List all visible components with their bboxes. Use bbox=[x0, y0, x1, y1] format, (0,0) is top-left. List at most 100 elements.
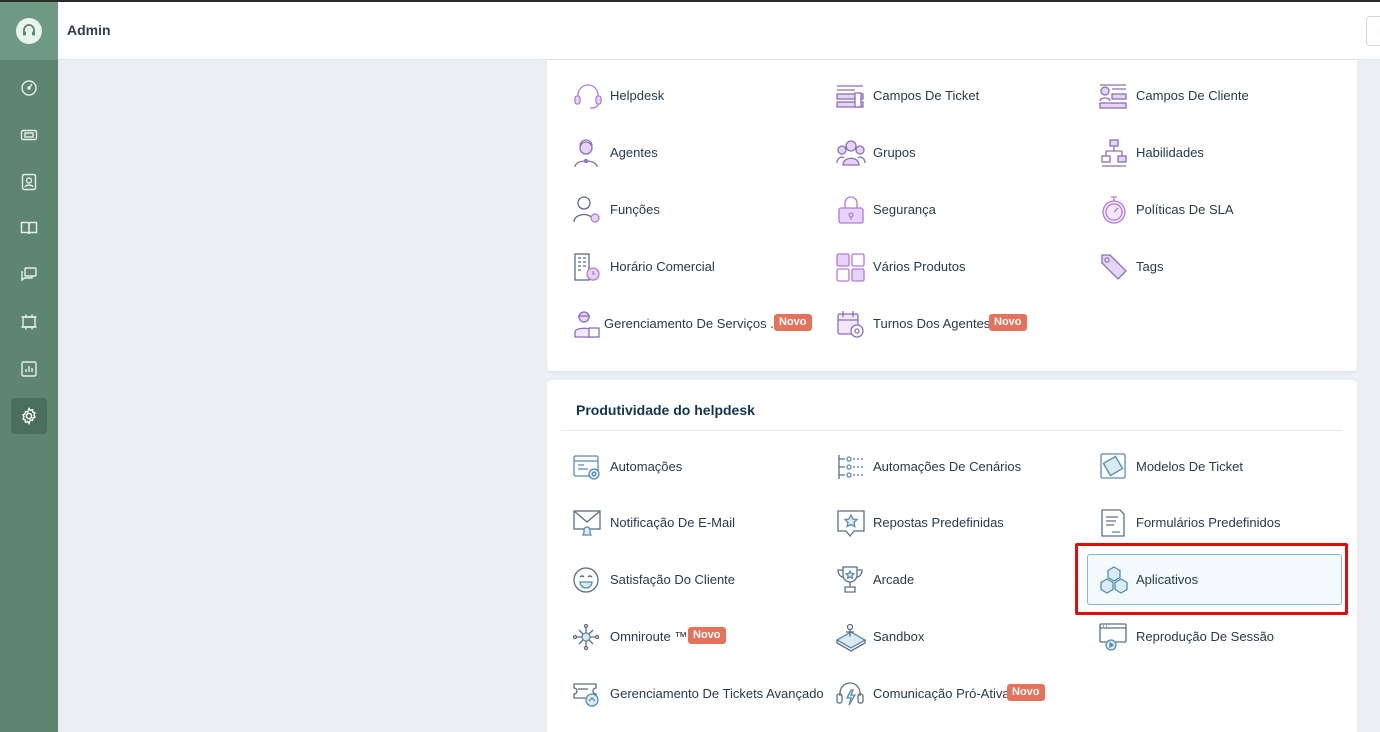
trophy-icon bbox=[837, 566, 863, 593]
settings-item-customer-satisfaction[interactable]: Satisfação Do Cliente bbox=[572, 560, 822, 600]
shifts-icon bbox=[837, 311, 864, 338]
tags-icon bbox=[1101, 254, 1127, 280]
settings-item-advanced-ticketing[interactable]: Gerenciamento De Tickets Avançado bbox=[572, 674, 832, 714]
item-label: Tags bbox=[1136, 259, 1164, 274]
item-label: Funções bbox=[610, 202, 660, 217]
settings-item-security[interactable]: Segurança bbox=[835, 190, 1085, 230]
settings-item-helpdesk[interactable]: Helpdesk bbox=[572, 76, 822, 116]
settings-item-tags[interactable]: Tags bbox=[1098, 247, 1348, 287]
settings-item-automations[interactable]: Automações bbox=[572, 447, 822, 487]
stopwatch-icon bbox=[1102, 196, 1126, 224]
settings-item-email-notification[interactable]: Notificação De E-Mail bbox=[572, 503, 822, 543]
new-badge: Novo bbox=[1007, 684, 1045, 701]
settings-item-arcade[interactable]: Arcade bbox=[835, 560, 1085, 600]
settings-item-multiple-products[interactable]: Vários Produtos bbox=[835, 247, 1085, 287]
contacts-icon[interactable] bbox=[11, 164, 47, 200]
tickets-icon[interactable] bbox=[11, 117, 47, 153]
left-nav-sidebar bbox=[0, 2, 58, 732]
header-action-button[interactable]: F bbox=[1366, 16, 1380, 46]
dashboard-icon[interactable] bbox=[11, 70, 47, 106]
item-label: Políticas De SLA bbox=[1136, 202, 1234, 217]
item-label: Reprodução De Sessão bbox=[1136, 629, 1275, 644]
settings-item-sandbox[interactable]: Sandbox bbox=[835, 617, 1085, 657]
item-label: Turnos Dos Agentes bbox=[873, 316, 991, 331]
settings-item-session-replay[interactable]: Reprodução De Sessão bbox=[1098, 617, 1348, 657]
settings-item-ticket-templates[interactable]: Modelos De Ticket bbox=[1098, 447, 1348, 487]
item-label: Grupos bbox=[873, 145, 916, 160]
canned-forms-icon bbox=[1101, 509, 1125, 537]
logo-container[interactable] bbox=[0, 2, 58, 60]
assets-icon[interactable] bbox=[11, 304, 47, 340]
item-label: Notificação De E-Mail bbox=[610, 515, 735, 530]
headset-logo-icon bbox=[16, 18, 42, 44]
item-label: Campos De Ticket bbox=[873, 88, 980, 103]
canned-responses-icon bbox=[837, 510, 865, 538]
lock-icon bbox=[838, 196, 864, 224]
headset-icon bbox=[574, 84, 602, 109]
ticket-templates-icon bbox=[1100, 453, 1126, 479]
settings-item-sla-policies[interactable]: Políticas De SLA bbox=[1098, 190, 1348, 230]
item-label: Sandbox bbox=[873, 629, 925, 644]
item-label: Campos De Cliente bbox=[1136, 88, 1249, 103]
new-badge: Novo bbox=[989, 314, 1027, 331]
item-label: Automações bbox=[610, 459, 683, 474]
field-service-icon bbox=[574, 311, 600, 338]
business-hours-icon bbox=[574, 253, 600, 281]
item-label: Omniroute ™ bbox=[610, 629, 688, 644]
new-badge: Novo bbox=[774, 314, 812, 331]
item-label: Habilidades bbox=[1136, 145, 1204, 160]
settings-item-skills[interactable]: Habilidades bbox=[1098, 133, 1348, 173]
top-header: Admin F bbox=[58, 2, 1380, 60]
groups-icon bbox=[836, 140, 866, 166]
item-label: Satisfação Do Cliente bbox=[610, 572, 736, 587]
reports-icon[interactable] bbox=[11, 351, 47, 387]
customer-fields-icon bbox=[1099, 84, 1127, 109]
omniroute-icon bbox=[572, 623, 600, 651]
item-label: Horário Comercial bbox=[610, 259, 715, 274]
settings-item-ticket-fields[interactable]: Campos De Ticket bbox=[835, 76, 1085, 116]
item-label: Helpdesk bbox=[610, 88, 665, 103]
item-label: Agentes bbox=[610, 145, 658, 160]
session-replay-icon bbox=[1099, 623, 1127, 651]
smiley-icon bbox=[573, 567, 599, 593]
advanced-ticketing-icon bbox=[573, 683, 599, 707]
settings-item-agent-shifts[interactable]: Turnos Dos Agentes Novo bbox=[835, 304, 1085, 344]
settings-item-groups[interactable]: Grupos bbox=[835, 133, 1085, 173]
settings-item-omniroute[interactable]: Omniroute ™ Novo bbox=[572, 617, 822, 657]
settings-item-agents[interactable]: Agentes bbox=[572, 133, 822, 173]
settings-item-proactive-outreach[interactable]: Comunicação Pró-Ativa Novo bbox=[835, 674, 1085, 714]
roles-icon bbox=[573, 196, 600, 223]
settings-item-scenario-automations[interactable]: Automações De Cenários bbox=[835, 447, 1085, 487]
settings-item-field-service[interactable]: Gerenciamento De Serviços ... Novo bbox=[572, 304, 822, 344]
settings-item-roles[interactable]: Funções bbox=[572, 190, 822, 230]
section-title: Produtividade do helpdesk bbox=[576, 402, 755, 418]
solutions-book-icon[interactable] bbox=[11, 210, 47, 246]
settings-item-customer-fields[interactable]: Campos De Cliente bbox=[1098, 76, 1348, 116]
item-label: Comunicação Pró-Ativa bbox=[873, 686, 1010, 701]
settings-item-business-hours[interactable]: Horário Comercial bbox=[572, 247, 822, 287]
products-icon bbox=[836, 253, 865, 282]
item-label: Gerenciamento De Serviços ... bbox=[604, 316, 782, 331]
forums-chat-icon[interactable] bbox=[11, 257, 47, 293]
automations-icon bbox=[573, 455, 600, 480]
admin-gear-icon[interactable] bbox=[11, 398, 47, 434]
skills-icon bbox=[1101, 139, 1127, 167]
settings-item-canned-forms[interactable]: Formulários Predefinidos bbox=[1098, 503, 1348, 543]
page-title: Admin bbox=[67, 22, 111, 38]
item-label: Segurança bbox=[873, 202, 936, 217]
new-badge: Novo bbox=[688, 627, 726, 644]
settings-item-canned-responses[interactable]: Repostas Predefinidas bbox=[835, 503, 1085, 543]
item-label: Vários Produtos bbox=[873, 259, 966, 274]
sandbox-icon bbox=[835, 623, 867, 652]
item-label: Repostas Predefinidas bbox=[873, 515, 1004, 530]
scenario-automations-icon bbox=[838, 455, 863, 479]
email-notification-icon bbox=[573, 510, 601, 536]
item-label: Arcade bbox=[873, 572, 915, 587]
item-label: Modelos De Ticket bbox=[1136, 459, 1243, 474]
section-divider bbox=[561, 430, 1342, 431]
item-label: Gerenciamento De Tickets Avançado bbox=[610, 686, 824, 701]
agent-icon bbox=[574, 139, 598, 168]
item-label: Automações De Cenários bbox=[873, 459, 1022, 474]
red-highlight-box bbox=[1075, 543, 1348, 615]
item-label: Formulários Predefinidos bbox=[1136, 515, 1281, 530]
